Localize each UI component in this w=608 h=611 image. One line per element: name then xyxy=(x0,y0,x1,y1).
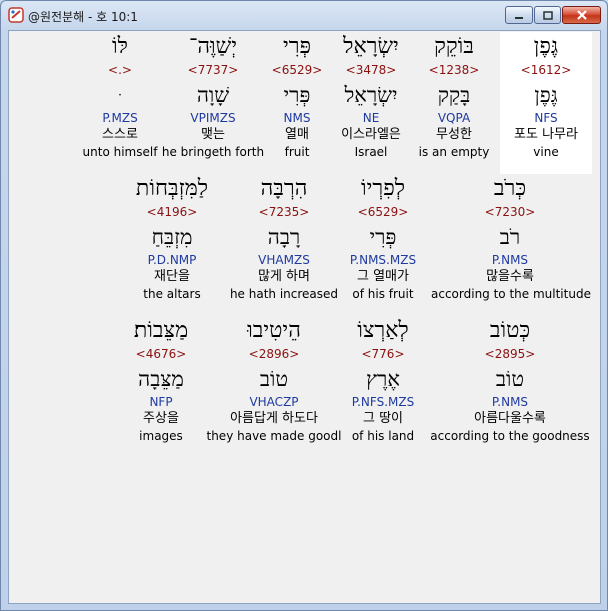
lemma: פְּרִי xyxy=(369,225,397,249)
english-gloss: they have made goodl xyxy=(206,429,342,443)
word-block[interactable]: לְפִרְיוֹ <6529> פְּרִי P.NMS.MZS 그 열매가 … xyxy=(335,174,431,302)
korean-gloss: 재단을 xyxy=(154,269,190,284)
korean-gloss: 아름답게 하도다 xyxy=(230,411,318,426)
korean-gloss: 많을수록 xyxy=(486,269,534,284)
strong-number: <4676> xyxy=(135,347,187,361)
word-block[interactable]: יְשַׁוֶּה־ <7737> שָׁוָה VPIMZS 맺는 he br… xyxy=(154,32,272,160)
strong-number: <1612> xyxy=(520,63,572,77)
korean-gloss: 포도 나무라 xyxy=(514,127,578,142)
english-gloss: he hath increased xyxy=(229,287,339,301)
hebrew-word: כְּרֹב xyxy=(493,176,527,201)
korean-gloss: 그 열매가 xyxy=(357,269,409,284)
maximize-icon xyxy=(542,6,553,25)
lemma: טוֹב xyxy=(259,367,289,391)
korean-gloss: 그 땅이 xyxy=(362,411,403,426)
hebrew-word: בּוֹקֵק xyxy=(434,34,474,59)
lemma: אֶרֶץ xyxy=(366,367,400,391)
close-button[interactable] xyxy=(562,6,601,24)
word-block[interactable]: לְאַרְצוֹ <776> אֶרֶץ P.NFS.MZS 그 땅이 of … xyxy=(335,316,431,444)
lemma: ּ xyxy=(74,80,166,110)
word-block[interactable]: כְּטוֹב <2895> טוֹב P.NMS 아름다울수록 accordi… xyxy=(429,316,591,444)
lemma: מִזְבֵּחַ xyxy=(151,225,193,249)
strong-number: <7737> xyxy=(187,63,239,77)
lemma: רֹב xyxy=(499,225,521,249)
title-bar[interactable]: @원전분해 - 호 10:1 xyxy=(1,1,607,29)
hebrew-word: גֶּפֶן xyxy=(533,34,559,59)
word-block[interactable]: לּוֹ <.> ּ P.MZS 스스로 unto himself xyxy=(74,32,166,160)
english-gloss: according to the goodness xyxy=(430,429,590,443)
lemma: רָבָה xyxy=(267,225,301,249)
app-icon xyxy=(8,7,24,23)
english-gloss: unto himself xyxy=(82,145,158,159)
word-block[interactable]: כְּרֹב <7230> רֹב P.NMS 많을수록 according t… xyxy=(431,174,591,302)
english-gloss: he bringeth forth xyxy=(161,145,265,159)
hebrew-word: הֵיטִיבוּ xyxy=(247,318,301,343)
parse-code: NFS xyxy=(534,111,558,125)
english-gloss: of his fruit xyxy=(352,287,414,301)
word-block[interactable]: לַמִּזְבְּחוֹת <4196> מִזְבֵּחַ P.D.NMP … xyxy=(117,174,227,302)
korean-gloss: 스스로 xyxy=(102,127,138,142)
korean-gloss: 주상을 xyxy=(143,411,179,426)
strong-number: <7235> xyxy=(258,205,310,219)
parse-code: NFP xyxy=(149,395,173,409)
hebrew-word: לְפִרְיוֹ xyxy=(360,176,406,201)
english-gloss: vine xyxy=(533,145,559,159)
korean-gloss: 무성한 xyxy=(436,127,472,142)
strong-number: <.> xyxy=(108,63,132,77)
hebrew-word: מַצֵּבוֹת׃ xyxy=(133,318,189,343)
strong-number: <7230> xyxy=(484,205,536,219)
word-block[interactable]: הִרְבָּה <7235> רָבָה VHAMZS 많게 하며 he ha… xyxy=(224,174,344,302)
lemma: שָׁוָה xyxy=(196,83,230,107)
parse-code: P.NMS xyxy=(491,253,529,267)
lemma: מַצֵּבָה xyxy=(138,367,184,391)
strong-number: <4196> xyxy=(146,205,198,219)
word-block[interactable]: גֶּפֶן <1612> גֶּפֶן NFS 포도 나무라 vine xyxy=(500,32,592,174)
parse-code: VHACZP xyxy=(249,395,299,409)
parse-code: P.NMS xyxy=(491,395,529,409)
parse-code: P.D.NMP xyxy=(147,253,197,267)
korean-gloss: 아름다울수록 xyxy=(474,411,546,426)
korean-gloss: 맺는 xyxy=(201,127,225,142)
word-block[interactable]: מַצֵּבוֹת׃ <4676> מַצֵּבָה NFP 주상을 image… xyxy=(115,316,207,444)
minimize-button[interactable] xyxy=(505,6,533,24)
english-gloss: is an empty xyxy=(418,145,490,159)
strong-number: <776> xyxy=(361,347,405,361)
hebrew-word: לּוֹ xyxy=(112,34,128,59)
korean-gloss: 많게 하며 xyxy=(258,269,310,284)
hebrew-word: כְּטוֹב xyxy=(489,318,531,343)
english-gloss: the altars xyxy=(143,287,201,301)
parse-code: P.MZS xyxy=(102,111,138,125)
interlinear-panel[interactable]: גֶּפֶן <1612> גֶּפֶן NFS 포도 나무라 vine בּו… xyxy=(8,30,601,604)
close-icon xyxy=(576,6,588,25)
word-block[interactable]: הֵיטִיבוּ <2896> טוֹב VHACZP 아름답게 하도다 th… xyxy=(205,316,343,444)
strong-number: <2896> xyxy=(248,347,300,361)
english-gloss: images xyxy=(139,429,183,443)
english-gloss: according to the multitude xyxy=(431,287,591,301)
parse-code: P.NFS.MZS xyxy=(351,395,415,409)
word-block[interactable]: בּוֹקֵק <1238> בָּקַק VQPA 무성한 is an emp… xyxy=(408,32,500,160)
hebrew-word: הִרְבָּה xyxy=(260,176,308,201)
parse-code: VQPA xyxy=(437,111,471,125)
minimize-icon xyxy=(514,6,524,25)
lemma: בָּקַק xyxy=(437,83,471,107)
strong-number: <6529> xyxy=(357,205,409,219)
window-title: @원전분해 - 호 10:1 xyxy=(28,10,138,24)
strong-number: <1238> xyxy=(428,63,480,77)
hebrew-word: לַמִּזְבְּחוֹת xyxy=(135,176,209,201)
maximize-button[interactable] xyxy=(534,6,561,24)
english-gloss: of his land xyxy=(351,429,415,443)
parse-code: P.NMS.MZS xyxy=(349,253,417,267)
lemma: טוֹב xyxy=(495,367,525,391)
hebrew-word: יְשַׁוֶּה־ xyxy=(188,34,238,59)
strong-number: <2895> xyxy=(484,347,536,361)
hebrew-word: לְאַרְצוֹ xyxy=(357,318,409,343)
parse-code: VHAMZS xyxy=(258,253,310,267)
app-window: @원전분해 - 호 10:1 גֶּפֶן <1612> גֶּפֶן NFS … xyxy=(0,0,608,611)
parse-code: VPIMZS xyxy=(190,111,236,125)
lemma: גֶּפֶן xyxy=(534,83,558,107)
